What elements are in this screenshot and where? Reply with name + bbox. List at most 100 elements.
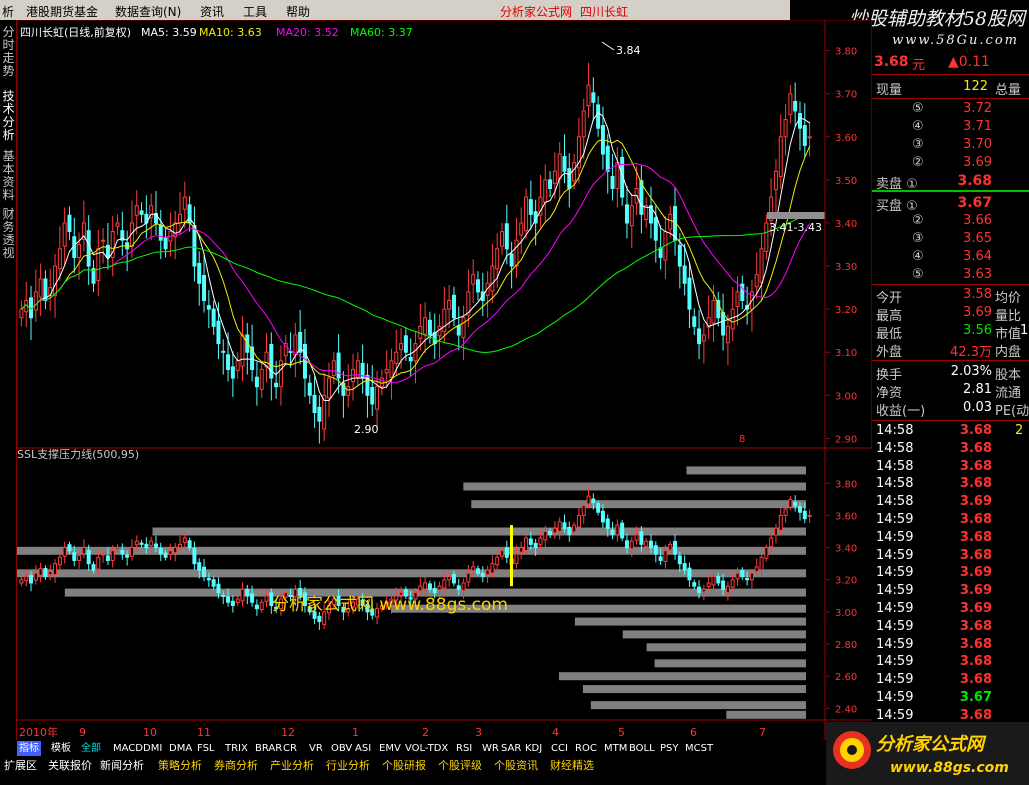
indicator-tab-mtm[interactable]: MTM: [602, 741, 629, 756]
ssl-candle-body: [24, 576, 29, 582]
side-tab-finance[interactable]: 财务透视: [1, 208, 16, 264]
tick-row[interactable]: 14:59 3.68: [872, 619, 1029, 637]
tick-price: 3.68: [959, 636, 992, 652]
indicator-tab-指标[interactable]: 指标: [17, 741, 41, 756]
indicator-tab-boll[interactable]: BOLL: [627, 741, 657, 756]
menu-item-analysis[interactable]: 析: [2, 3, 14, 20]
ssl-level-bar: [646, 643, 807, 652]
tick-row[interactable]: 14:59 3.69: [872, 565, 1029, 583]
bottom-tab[interactable]: 关联报价: [48, 758, 92, 774]
tick-time: 14:59: [876, 654, 914, 670]
bottom-tab[interactable]: 新闻分析: [100, 758, 144, 774]
indicator-tab-模板[interactable]: 模板: [49, 741, 73, 756]
indicator-tab-mcst[interactable]: MCST: [683, 741, 715, 756]
tick-row[interactable]: 14:59 3.67: [872, 690, 1029, 708]
app-window: 析 港股期货基金 数据查询(N) 资讯 工具 帮助 分析家公式网 四川长虹 炒股…: [0, 0, 1029, 785]
candle-body: [423, 317, 428, 335]
bottom-tab[interactable]: 券商分析: [214, 758, 258, 774]
side-tab-technical[interactable]: 技术分析: [1, 90, 16, 146]
tick-row[interactable]: 14:58 3.68: [872, 441, 1029, 459]
ssl-candle-body: [634, 534, 639, 541]
stat-label-2: 市值: [995, 327, 1022, 342]
bottom-tab[interactable]: 财经精选: [550, 758, 594, 774]
bottom-tab[interactable]: 个股研报: [382, 758, 426, 774]
site-name-link[interactable]: 分析家公式网: [500, 3, 572, 20]
menu-item-news[interactable]: 资讯: [200, 3, 224, 20]
tick-row[interactable]: 14:58 3.68: [872, 459, 1029, 477]
side-tab-intraday[interactable]: 分时走势: [1, 26, 16, 82]
candle-body: [399, 343, 404, 351]
menu-item-help[interactable]: 帮助: [286, 3, 310, 20]
candle-body: [331, 360, 336, 376]
candle-body: [77, 244, 82, 258]
indicator-tab-vr[interactable]: VR: [307, 741, 325, 756]
indicator-tab-fsl[interactable]: FSL: [195, 741, 217, 756]
tick-row[interactable]: 14:58 3.68: [872, 476, 1029, 494]
tick-row[interactable]: 14:58 3.68 2: [872, 423, 1029, 441]
ssl-candle-body: [29, 575, 34, 584]
brand-url: www.88gs.com: [890, 760, 1009, 776]
candle-body: [317, 406, 322, 422]
indicator-tab-kdj[interactable]: KDJ: [523, 741, 544, 756]
indicator-tab-macd[interactable]: MACD: [111, 741, 145, 756]
ssl-candle-body: [115, 547, 120, 550]
indicator-tab-rsi[interactable]: RSI: [454, 741, 474, 756]
indicator-tab-sar[interactable]: SAR: [499, 741, 523, 756]
stat-value: 2.81: [963, 382, 992, 397]
quote-panel: 3.68 元 ▲0.11 现量 122 总量 ⑤ 3.72 ④ 3.71 ③ 3.70 ② 3…: [872, 52, 1029, 742]
menu-item-hk-futures[interactable]: 港股期货基金: [26, 3, 98, 20]
tick-price: 3.69: [959, 601, 992, 616]
divider: [872, 360, 1029, 361]
low-price-label: 2.90: [354, 423, 379, 436]
bottom-tab[interactable]: 扩展区: [4, 758, 37, 774]
tick-row[interactable]: 14:59 3.68: [872, 672, 1029, 690]
candle-body: [442, 308, 447, 333]
indicator-tab-vol-tdx[interactable]: VOL-TDX: [403, 741, 450, 756]
side-tab-basic-info[interactable]: 基本资料: [1, 150, 16, 206]
brand-name: 分析家公式网: [876, 734, 984, 755]
indicator-tab-wr[interactable]: WR: [480, 741, 501, 756]
candle-body: [701, 334, 706, 342]
candle-body: [427, 319, 432, 336]
tick-row[interactable]: 14:59 3.68: [872, 548, 1029, 566]
menu-item-data-query[interactable]: 数据查询(N): [115, 3, 181, 20]
divider: [872, 420, 1029, 421]
bottom-tab[interactable]: 行业分析: [326, 758, 370, 774]
bottom-tab[interactable]: 个股评级: [438, 758, 482, 774]
indicator-tab-cci[interactable]: CCI: [549, 741, 570, 756]
ssl-y-tick-label: 3.20: [835, 576, 857, 587]
indicator-tab-obv[interactable]: OBV: [329, 741, 354, 756]
tick-row[interactable]: 14:58 3.69: [872, 494, 1029, 512]
sell-level-row: ⑤ 3.72: [872, 101, 1029, 119]
candle-body: [384, 368, 389, 374]
bottom-tab[interactable]: 策略分析: [158, 758, 202, 774]
ssl-candle-body: [235, 598, 240, 604]
brand-banner: 分析家公式网 www.88gs.com: [826, 722, 1029, 785]
indicator-tab-brar[interactable]: BRAR: [253, 741, 284, 756]
indicator-tab-emv[interactable]: EMV: [377, 741, 403, 756]
tick-row[interactable]: 14:59 3.68: [872, 654, 1029, 672]
indicator-tab-dmi[interactable]: DMI: [141, 741, 164, 756]
range-bar: [767, 212, 825, 219]
tick-row[interactable]: 14:59 3.68: [872, 530, 1029, 548]
ssl-y-tick-label: 3.40: [835, 544, 857, 555]
indicator-tab-roc[interactable]: ROC: [573, 741, 599, 756]
bottom-tab[interactable]: 个股资讯: [494, 758, 538, 774]
candle-body: [62, 222, 67, 247]
ssl-candle-body: [202, 566, 207, 578]
indicator-tab-dma[interactable]: DMA: [167, 741, 194, 756]
indicator-tab-trix[interactable]: TRIX: [223, 741, 250, 756]
sell-level-price: 3.72: [963, 101, 992, 116]
stat-value-2: 1: [1020, 323, 1029, 338]
indicator-tab-cr[interactable]: CR: [281, 741, 299, 756]
book-divider: [872, 190, 1029, 192]
indicator-tab-psy[interactable]: PSY: [658, 741, 681, 756]
tick-row[interactable]: 14:59 3.69: [872, 583, 1029, 601]
menu-item-tools[interactable]: 工具: [243, 3, 267, 20]
indicator-tab-全部[interactable]: 全部: [79, 741, 103, 756]
indicator-tab-asi[interactable]: ASI: [353, 741, 373, 756]
bottom-tab[interactable]: 产业分析: [270, 758, 314, 774]
tick-row[interactable]: 14:59 3.68: [872, 637, 1029, 655]
tick-row[interactable]: 14:59 3.69: [872, 601, 1029, 619]
tick-row[interactable]: 14:59 3.68: [872, 512, 1029, 530]
